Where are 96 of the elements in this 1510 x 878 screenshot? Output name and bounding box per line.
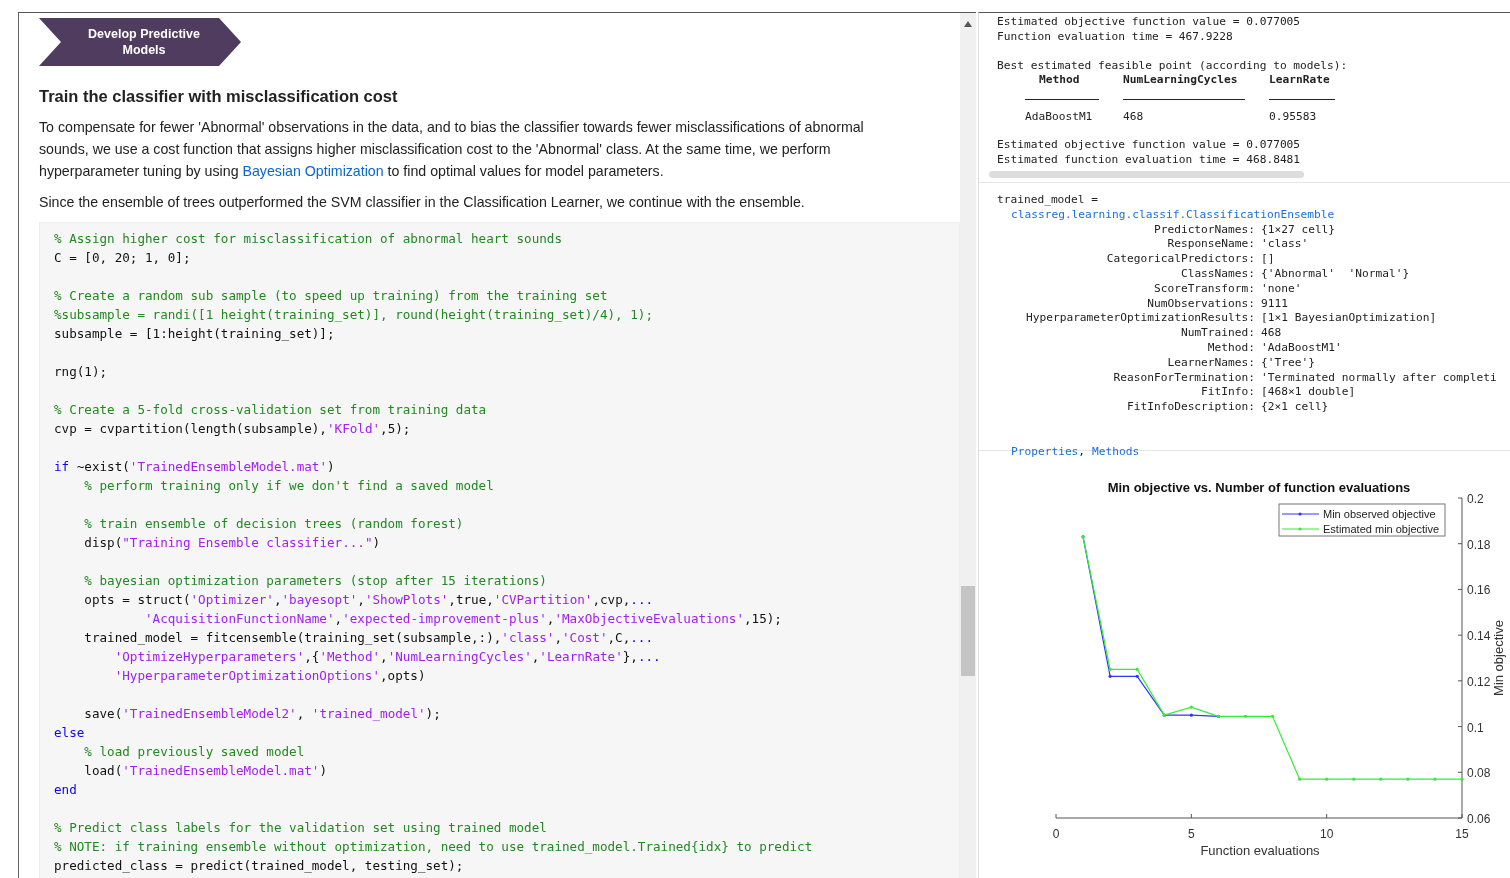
property-value: 'Terminated normally after completi (1261, 370, 1498, 386)
legend-line-icon (1281, 512, 1320, 516)
property-value: 'AdaBoostM1' (1261, 340, 1343, 356)
code-line: % perform training only if we don't find a saved model (83, 477, 495, 495)
property-name: FitInfo: (1200, 385, 1256, 401)
code-line: %subsample = randi([1 height(training_set)], round(height(training_set)/4), 1); (54, 306, 654, 324)
property-value: [1×1 BayesianOptimization] (1261, 311, 1438, 327)
code-line: cvp = cvpartition(length(subsample),'KFold',5); (54, 420, 412, 438)
property-value: {'Abnormal' 'Normal'} (1261, 266, 1411, 282)
x-tick-label: 5 (1188, 827, 1195, 841)
column-header: NumLearningCycles (1123, 73, 1239, 88)
table-cell-text: 468 (1123, 109, 1145, 126)
paragraph: Since the ensemble of trees outperformed the SVM classifier in the Classification Learner, we continue with the ensemble. (39, 193, 806, 212)
code-line: subsample = [1:height(training_set)]; (54, 325, 336, 343)
table-cell-text: 0.95583 (1269, 109, 1318, 126)
column-header: Method (1038, 73, 1081, 88)
code-line: 'AcquisitionFunctionName','expected-improvement-plus','MaxObjectiveEvaluations',15); (144, 610, 783, 628)
property-value: {'Tree'} (1261, 355, 1316, 371)
legend-label: Estimated min objective (1323, 523, 1440, 535)
methods-link[interactable]: Methods (1092, 444, 1140, 458)
code-line: opts = struct('Optimizer','bayesopt','ShowPlots',true,'CVPartition',cvp,... (83, 591, 655, 609)
x-tick-label: 0 (1052, 827, 1060, 841)
property-value: {2×1 cell} (1261, 400, 1330, 415)
legend-label: Min observed objective (1323, 508, 1436, 520)
column-header: LearnRate (1269, 73, 1331, 88)
chart-title: Min objective vs. Number of function evaluations (1107, 480, 1411, 495)
code-line: % Assign higher cost for misclassification of abnormal heart sounds (54, 230, 563, 248)
property-name: PredictorNames: (1152, 222, 1256, 238)
code-line: end (54, 781, 78, 799)
code-line: rng(1); (54, 363, 109, 381)
code-line: % Predict class labels for the validation set using trained model (54, 819, 548, 837)
output-line: Function evaluation time = 467.9228 (997, 29, 1234, 45)
property-name: ClassNames: (1179, 266, 1256, 282)
x-tick-label: 10 (1320, 827, 1334, 841)
properties-link[interactable]: Properties (1011, 444, 1079, 458)
code-line: % NOTE: if training ensemble without optimization, need to use trained_model.Trained{idx} to predict (54, 838, 814, 856)
property-value: {1×27 cell} (1261, 222, 1337, 238)
y-tick-label: 0.16 (1467, 583, 1491, 598)
output-line: Estimated function evaluation time = 468.8481 (997, 153, 1302, 168)
code-line: if ~exist('TrainedEnsembleModel.mat') (54, 458, 336, 476)
property-name: ScoreTransform: (1152, 281, 1256, 297)
property-value: [] (1261, 252, 1276, 267)
code-line: trained_model = fitcensemble(training_set(subsample,:),'class','Cost',C,... (83, 629, 654, 647)
y-tick-label: 0.2 (1467, 492, 1484, 506)
y-tick-label: 0.12 (1467, 674, 1491, 689)
horizontal-scrollbar[interactable] (989, 171, 1304, 178)
property-value: 468 (1261, 326, 1283, 341)
code-line: save('TrainedEnsembleModel2', 'trained_model'); (83, 705, 442, 723)
output-line: Estimated objective function value = 0.077005 (997, 138, 1302, 154)
y-tick-label: 0.1 (1467, 720, 1484, 735)
property-name: NumObservations: (1146, 296, 1256, 312)
paragraph: To compensate for fewer 'Abnormal' observations in the data, and to bias the classifier towards fewer misclassifications of abnormal sounds, we use a cost function that assigns higher misclassification cost to the 'Abnormal' class. At the same time, we perform hyperparameter tuning by using Bayesian Optimization to find optimal values for model parameters. (39, 118, 865, 181)
code-line: % load previously saved model (83, 743, 306, 761)
code-line: else (54, 724, 86, 742)
output-line: Best estimated feasible point (according to models): (997, 58, 1349, 74)
property-value: [468×1 double] (1261, 385, 1357, 401)
code-line: 'HyperparameterOptimizationOptions',opts) (113, 667, 427, 685)
property-name: ResponseName: (1166, 237, 1256, 253)
property-name: HyperparameterOptimizationResults: (1025, 311, 1256, 327)
property-name: NumTrained: (1179, 326, 1256, 341)
scroll-up-icon[interactable] (964, 21, 972, 27)
class-link[interactable]: classreg.learning.classif.ClassificationEnsemble (997, 207, 1510, 223)
x-axis-label: Function evaluations (1200, 843, 1320, 858)
code-line: % train ensemble of decision trees (random forest) (83, 515, 465, 533)
code-line: % Create a 5-fold cross-validation set from training data (54, 401, 488, 419)
code-line: C = [0, 20; 1, 0]; (54, 249, 192, 267)
y-tick-label: 0.14 (1467, 629, 1491, 644)
y-tick-label: 0.06 (1467, 812, 1491, 826)
section-banner: Develop Predictive Models (39, 18, 241, 66)
code-line: disp("Training Ensemble classifier...") (83, 534, 382, 552)
property-value: 'none' (1261, 281, 1303, 297)
property-name: LearnerNames: (1166, 355, 1256, 371)
property-name: ReasonForTermination: (1112, 370, 1256, 386)
code-line: 'OptimizeHyperparameters',{'Method','NumLearningCycles','LearnRate'},... (113, 648, 662, 666)
property-name: FitInfoDescription: (1126, 400, 1256, 415)
vertical-scrollbar[interactable] (960, 13, 976, 878)
property-value: 9111 (1261, 296, 1289, 312)
y-tick-label: 0.08 (1467, 766, 1491, 781)
section-heading: Train the classifier with misclassification cost (39, 87, 399, 106)
output-line: trained_model = (997, 193, 1100, 208)
property-value: 'class' (1261, 237, 1310, 253)
code-line: % Create a random sub sample (to speed up training) from the training set (54, 287, 609, 305)
code-line: % bayesian optimization parameters (stop after 15 iterations) (83, 572, 548, 590)
code-line: load('TrainedEnsembleModel.mat') (83, 762, 328, 780)
x-tick-label: 15 (1455, 827, 1469, 841)
y-axis-label: Min objective (1491, 620, 1506, 696)
separator: , (1078, 444, 1086, 458)
output-line: Estimated objective function value = 0.077005 (997, 15, 1302, 30)
property-name: CategoricalPredictors: (1105, 252, 1256, 267)
bayesian-optimization-link[interactable]: Bayesian Optimization (242, 163, 384, 179)
code-line: predicted_class = predict(trained_model, testing_set); (54, 857, 465, 875)
table-cell-text: AdaBoostM1 (1025, 109, 1094, 126)
property-name: Method: (1206, 340, 1256, 356)
legend-line-icon (1281, 527, 1320, 531)
scrollbar-thumb[interactable] (961, 586, 975, 676)
y-tick-label: 0.18 (1467, 537, 1491, 552)
